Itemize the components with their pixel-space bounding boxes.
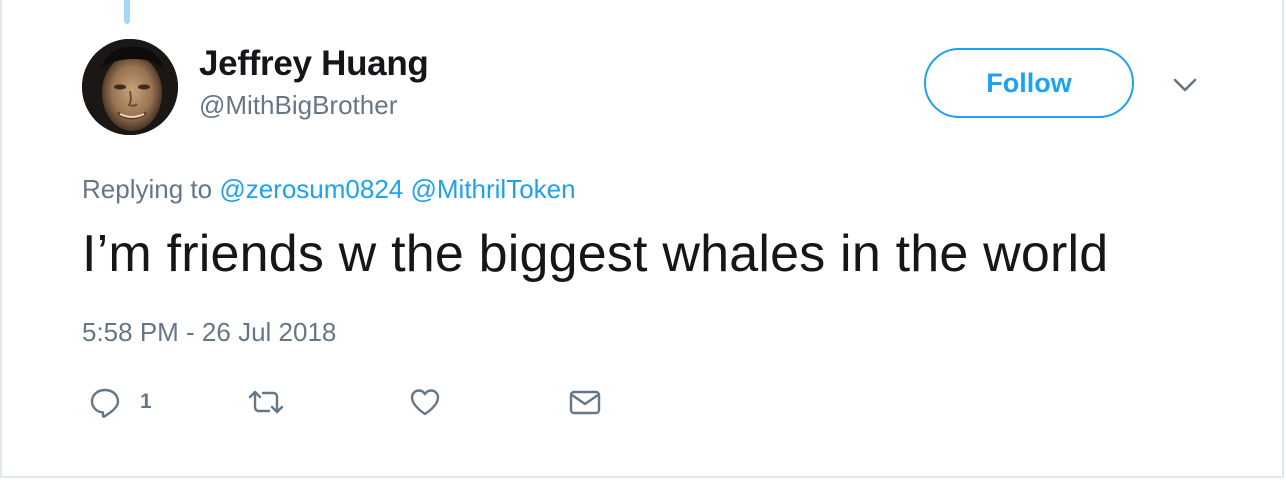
replying-to: Replying to @zerosum0824 @MithrilToken bbox=[82, 174, 576, 205]
like-button[interactable] bbox=[408, 382, 442, 422]
reply-count: 1 bbox=[140, 390, 152, 413]
retweet-button[interactable] bbox=[246, 382, 286, 422]
author-name[interactable]: Jeffrey Huang bbox=[199, 44, 429, 84]
tweet-timestamp[interactable]: 5:58 PM - 26 Jul 2018 bbox=[82, 317, 336, 348]
tweet-text: I’m friends w the biggest whales in the … bbox=[82, 225, 1109, 283]
mention-link[interactable]: @MithrilToken bbox=[410, 174, 575, 204]
reply-icon bbox=[90, 388, 120, 418]
reply-button[interactable]: 1 bbox=[88, 382, 152, 422]
retweet-icon bbox=[248, 390, 284, 414]
direct-message-button[interactable] bbox=[568, 382, 602, 422]
follow-button[interactable]: Follow bbox=[924, 48, 1134, 118]
chevron-down-icon[interactable] bbox=[1170, 72, 1200, 98]
avatar[interactable] bbox=[82, 39, 178, 135]
envelope-icon bbox=[569, 390, 601, 415]
thread-connector-line bbox=[124, 0, 130, 24]
mention-link[interactable]: @zerosum0824 bbox=[219, 174, 403, 204]
author-handle[interactable]: @MithBigBrother bbox=[199, 90, 397, 121]
replying-to-label: Replying to bbox=[82, 174, 213, 204]
user-avatar-photo bbox=[82, 39, 178, 135]
heart-icon bbox=[410, 389, 440, 416]
